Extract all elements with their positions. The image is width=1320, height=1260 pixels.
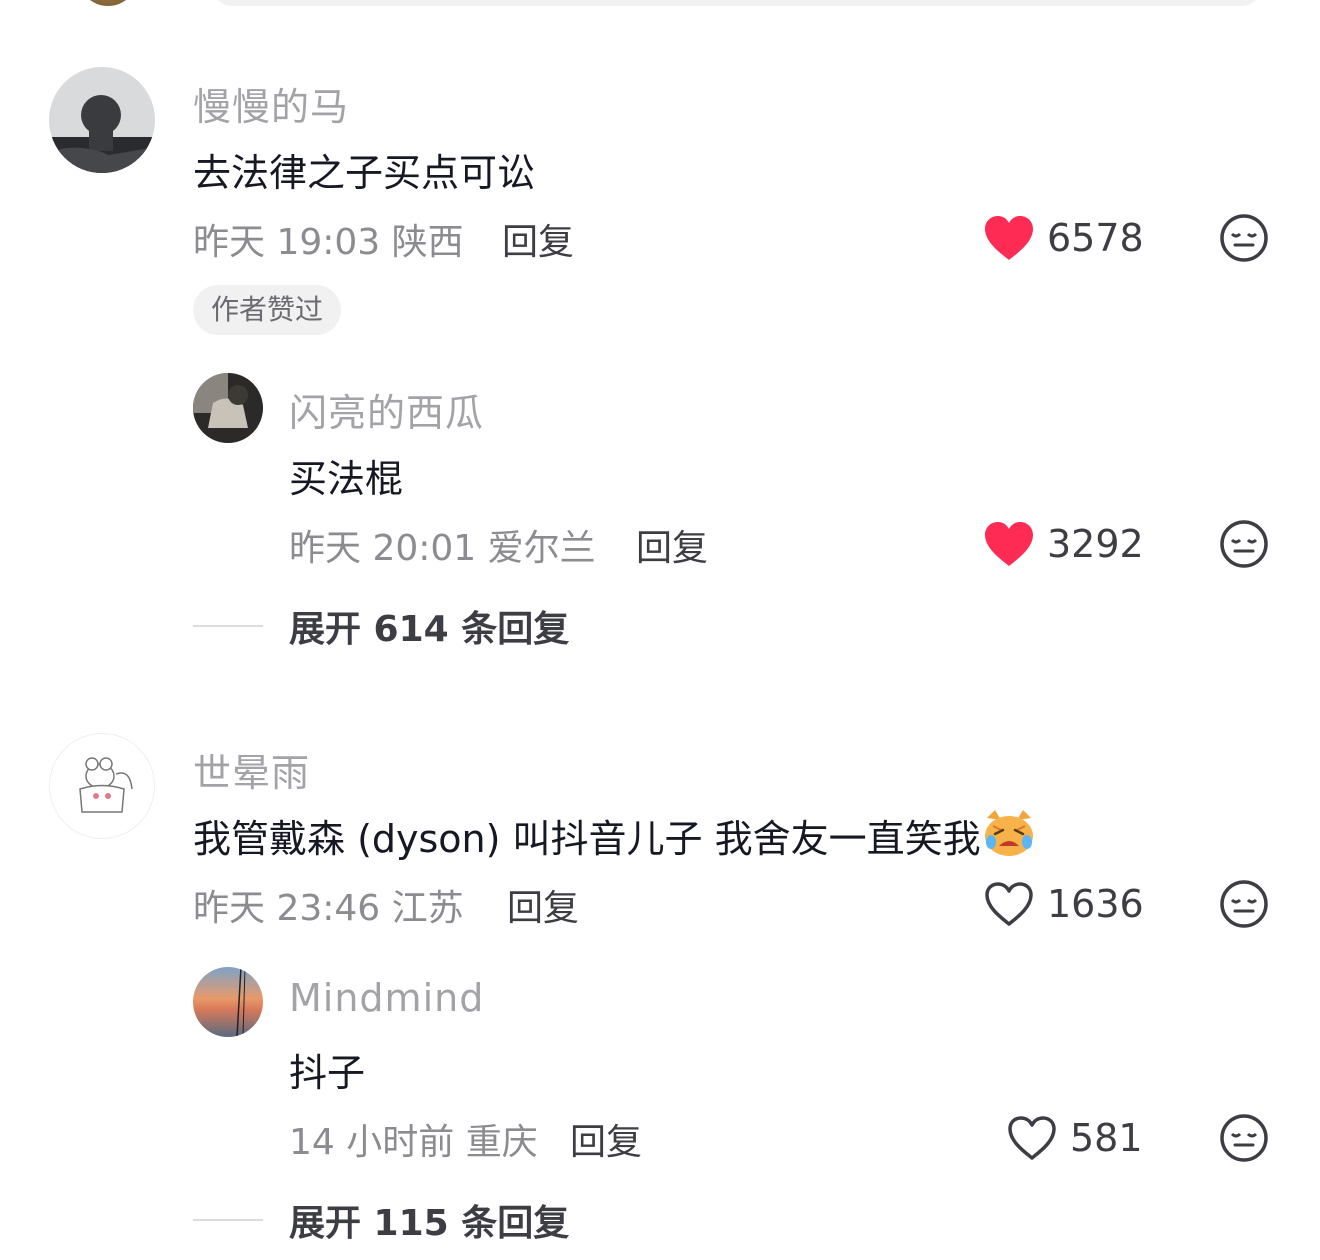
like-count: 6578 xyxy=(1047,216,1144,260)
dislike-button[interactable] xyxy=(1219,519,1269,569)
partial-avatar[interactable] xyxy=(78,0,138,6)
expand-replies-label: 展开 115 条回复 xyxy=(289,1203,570,1244)
like-count: 581 xyxy=(1070,1116,1143,1160)
reply-button[interactable]: 回复 xyxy=(636,519,708,571)
comment-text: 买法棍 xyxy=(289,457,404,501)
partial-comment-bar xyxy=(212,0,1262,6)
unhappy-face-icon xyxy=(1220,1114,1268,1162)
dislike-button[interactable] xyxy=(1219,213,1269,263)
like-count: 1636 xyxy=(1047,882,1144,926)
heart-outline-icon xyxy=(985,882,1033,926)
heart-filled-icon xyxy=(985,522,1033,566)
comment-text: 我管戴森 (dyson) 叫抖音儿子 我舍友一直笑我 xyxy=(193,808,1037,867)
unhappy-face-icon xyxy=(1220,520,1268,568)
comment-text: 去法律之子买点可讼 xyxy=(193,151,536,195)
reply-button[interactable]: 回复 xyxy=(570,1113,642,1165)
dislike-button[interactable] xyxy=(1219,1113,1269,1163)
time-location: 昨天 19:03 陕西 xyxy=(193,222,464,263)
avatar[interactable] xyxy=(193,373,263,443)
unhappy-face-icon xyxy=(1220,880,1268,928)
reply-button[interactable]: 回复 xyxy=(507,879,579,931)
comment-text-content: 我管戴森 (dyson) 叫抖音儿子 我舍友一直笑我 xyxy=(193,817,981,861)
like-button[interactable]: 581 xyxy=(1006,1113,1143,1163)
like-button[interactable]: 3292 xyxy=(983,519,1144,569)
divider-line xyxy=(193,625,263,627)
expand-replies-button[interactable]: 展开 115 条回复 xyxy=(193,1194,569,1246)
username[interactable]: Mindmind xyxy=(289,976,484,1020)
username[interactable]: 世晕雨 xyxy=(193,742,310,797)
time-location: 昨天 20:01 爱尔兰 xyxy=(289,528,596,569)
unhappy-face-icon xyxy=(1220,214,1268,262)
reply-button[interactable]: 回复 xyxy=(502,213,574,265)
divider-line xyxy=(193,1219,263,1221)
username[interactable]: 慢慢的马 xyxy=(193,76,349,131)
crying-cat-emoji-icon xyxy=(981,808,1037,867)
expand-replies-label: 展开 614 条回复 xyxy=(289,609,570,650)
username[interactable]: 闪亮的西瓜 xyxy=(289,382,484,437)
expand-replies-button[interactable]: 展开 614 条回复 xyxy=(193,600,569,652)
like-count: 3292 xyxy=(1047,522,1144,566)
comment-list: 慢慢的马 去法律之子买点可讼 昨天 19:03 陕西 回复 6578 作者赞过 … xyxy=(0,0,1320,1260)
avatar[interactable] xyxy=(49,733,155,839)
like-button[interactable]: 1636 xyxy=(983,879,1144,929)
dislike-button[interactable] xyxy=(1219,879,1269,929)
comment-text: 抖子 xyxy=(289,1051,366,1095)
avatar[interactable] xyxy=(49,67,155,173)
author-liked-badge: 作者赞过 xyxy=(193,285,342,335)
heart-outline-icon xyxy=(1008,1116,1056,1160)
time-location: 14 小时前 重庆 xyxy=(289,1122,538,1163)
avatar[interactable] xyxy=(193,967,263,1037)
like-button[interactable]: 6578 xyxy=(983,213,1144,263)
time-location: 昨天 23:46 江苏 xyxy=(193,888,464,929)
heart-filled-icon xyxy=(985,216,1033,260)
